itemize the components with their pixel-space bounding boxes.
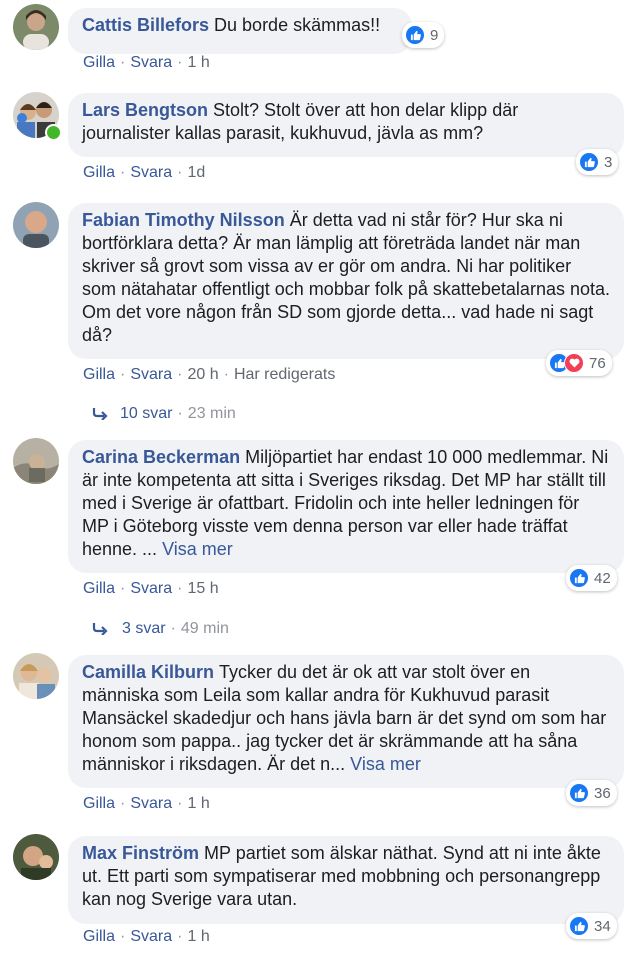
- comment-author[interactable]: Carina Beckerman: [82, 447, 240, 467]
- reaction-count: 34: [594, 917, 611, 935]
- replies-count[interactable]: 10 svar: [120, 405, 172, 423]
- avatar[interactable]: [13, 438, 59, 484]
- comment-time[interactable]: 1 h: [187, 795, 209, 812]
- reaction-summary[interactable]: 9: [402, 22, 445, 48]
- avatar[interactable]: [13, 202, 59, 248]
- reply-link[interactable]: Svara: [130, 928, 172, 945]
- avatar[interactable]: [13, 653, 59, 699]
- heart-icon: [564, 353, 584, 373]
- reply-link[interactable]: Svara: [130, 795, 172, 812]
- reaction-summary[interactable]: 36: [566, 780, 617, 806]
- comment-author[interactable]: Max Finström: [82, 843, 199, 863]
- reply-link[interactable]: Svara: [130, 366, 172, 383]
- comment-bubble: Camilla Kilburn Tycker du det är ok att v…: [68, 655, 624, 788]
- comment-author[interactable]: Cattis Billefors: [82, 15, 209, 35]
- comment-actions: Gilla · Svara · 20 h · Har redigerats: [83, 366, 336, 383]
- reaction-summary[interactable]: 3: [576, 149, 619, 175]
- like-icon: [405, 25, 425, 45]
- reply-link[interactable]: Svara: [130, 164, 172, 181]
- comment-bubble: Cattis Billefors Du borde skämmas!!: [68, 8, 412, 54]
- like-link[interactable]: Gilla: [83, 928, 115, 945]
- comment-time[interactable]: 1 h: [187, 928, 209, 945]
- comment-actions: Gilla · Svara · 1 h: [83, 54, 210, 71]
- reaction-count: 76: [589, 354, 606, 372]
- reaction-count: 42: [594, 569, 611, 587]
- reply-link[interactable]: Svara: [130, 580, 172, 597]
- comment-author[interactable]: Lars Bengtson: [82, 100, 208, 120]
- comment-time[interactable]: 1d: [187, 164, 205, 181]
- see-more-link[interactable]: Visa mer: [162, 539, 233, 559]
- replies-link[interactable]: 10 svar · 23 min: [92, 405, 236, 423]
- avatar[interactable]: [13, 834, 59, 880]
- replies-time: 23 min: [187, 405, 236, 422]
- like-icon: [579, 152, 599, 172]
- like-icon: [569, 568, 589, 588]
- comment-actions: Gilla · Svara · 1 h: [83, 928, 210, 945]
- replies-link[interactable]: 3 svar · 49 min: [92, 620, 229, 638]
- comment-actions: Gilla · Svara · 1d: [83, 164, 206, 181]
- like-link[interactable]: Gilla: [83, 164, 115, 181]
- edited-label: Har redigerats: [233, 366, 336, 383]
- comment-bubble: Carina Beckerman Miljöpartiet har endast …: [68, 440, 624, 573]
- like-link[interactable]: Gilla: [83, 366, 115, 383]
- comment-bubble: Fabian Timothy Nilsson Är detta vad ni st…: [68, 203, 624, 359]
- online-indicator: [45, 124, 62, 141]
- like-link[interactable]: Gilla: [83, 54, 115, 71]
- comment-author[interactable]: Camilla Kilburn: [82, 662, 214, 682]
- like-icon: [569, 916, 589, 936]
- see-more-link[interactable]: Visa mer: [350, 754, 421, 774]
- reaction-summary[interactable]: 34: [566, 913, 617, 939]
- comment-time[interactable]: 20 h: [187, 366, 218, 383]
- reaction-summary[interactable]: 42: [566, 565, 617, 591]
- comment-actions: Gilla · Svara · 1 h: [83, 795, 210, 812]
- comment-bubble: Max Finström MP partiet som älskar näthat…: [68, 836, 624, 924]
- replies-time: 49 min: [180, 620, 229, 637]
- comment-text: Är detta vad ni står för? Hur ska ni bor…: [82, 210, 610, 345]
- reaction-summary[interactable]: 76: [546, 350, 612, 376]
- comment-time[interactable]: 1 h: [187, 54, 209, 71]
- like-link[interactable]: Gilla: [83, 580, 115, 597]
- reaction-count: 3: [604, 153, 613, 171]
- comment-bubble: Lars Bengtson Stolt? Stolt över att hon d…: [68, 93, 624, 157]
- reaction-count: 36: [594, 784, 611, 802]
- comment-text: Du borde skämmas!!: [214, 15, 381, 35]
- reply-arrow-icon: [92, 623, 108, 635]
- replies-count[interactable]: 3 svar: [122, 620, 166, 638]
- like-icon: [569, 783, 589, 803]
- reply-arrow-icon: [92, 408, 108, 420]
- comment-actions: Gilla · Svara · 15 h: [83, 580, 219, 597]
- reaction-count: 9: [430, 26, 439, 44]
- reply-link[interactable]: Svara: [130, 54, 172, 71]
- avatar[interactable]: [13, 4, 59, 50]
- like-link[interactable]: Gilla: [83, 795, 115, 812]
- comment-time[interactable]: 15 h: [187, 580, 218, 597]
- comment-author[interactable]: Fabian Timothy Nilsson: [82, 210, 285, 230]
